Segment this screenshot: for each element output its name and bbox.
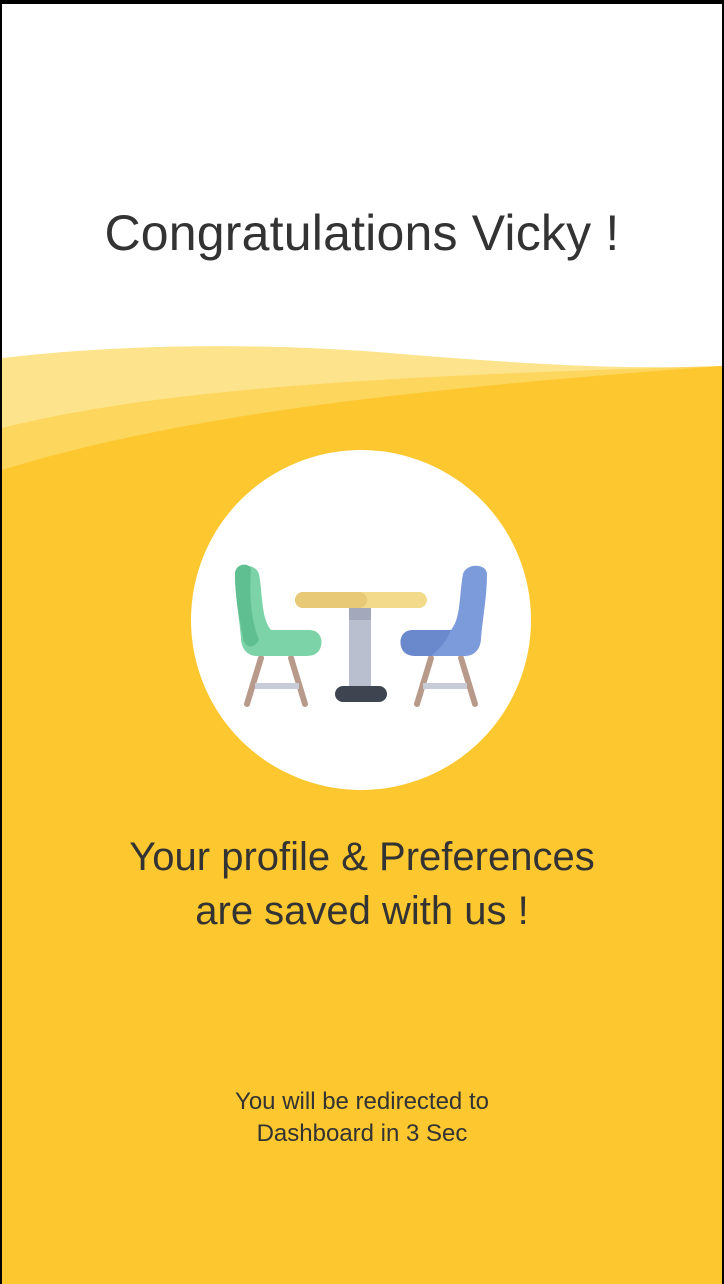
table-leg-shade: [349, 606, 371, 620]
saved-message-line-2: are saved with us !: [195, 889, 529, 933]
redirect-notice-line-2: Dashboard in 3 Sec: [256, 1120, 468, 1147]
success-screen: Congratulations Vicky ! Your profile & P…: [2, 4, 722, 1284]
page-title: Congratulations Vicky !: [104, 205, 620, 261]
table-top-shade: [295, 592, 367, 608]
saved-message: Your profile & Preferences are saved wit…: [42, 830, 682, 938]
right-chair-legs: [414, 655, 478, 707]
table-base-icon: [335, 686, 387, 702]
redirect-notice-line-1: You will be redirected to: [235, 1088, 489, 1115]
redirect-notice: You will be redirected to Dashboard in 3…: [62, 1086, 662, 1150]
illustration-circle: [191, 450, 531, 790]
saved-message-line-1: Your profile & Preferences: [129, 835, 595, 879]
table-and-chairs-icon: [235, 564, 487, 707]
left-chair-legs: [244, 655, 308, 707]
